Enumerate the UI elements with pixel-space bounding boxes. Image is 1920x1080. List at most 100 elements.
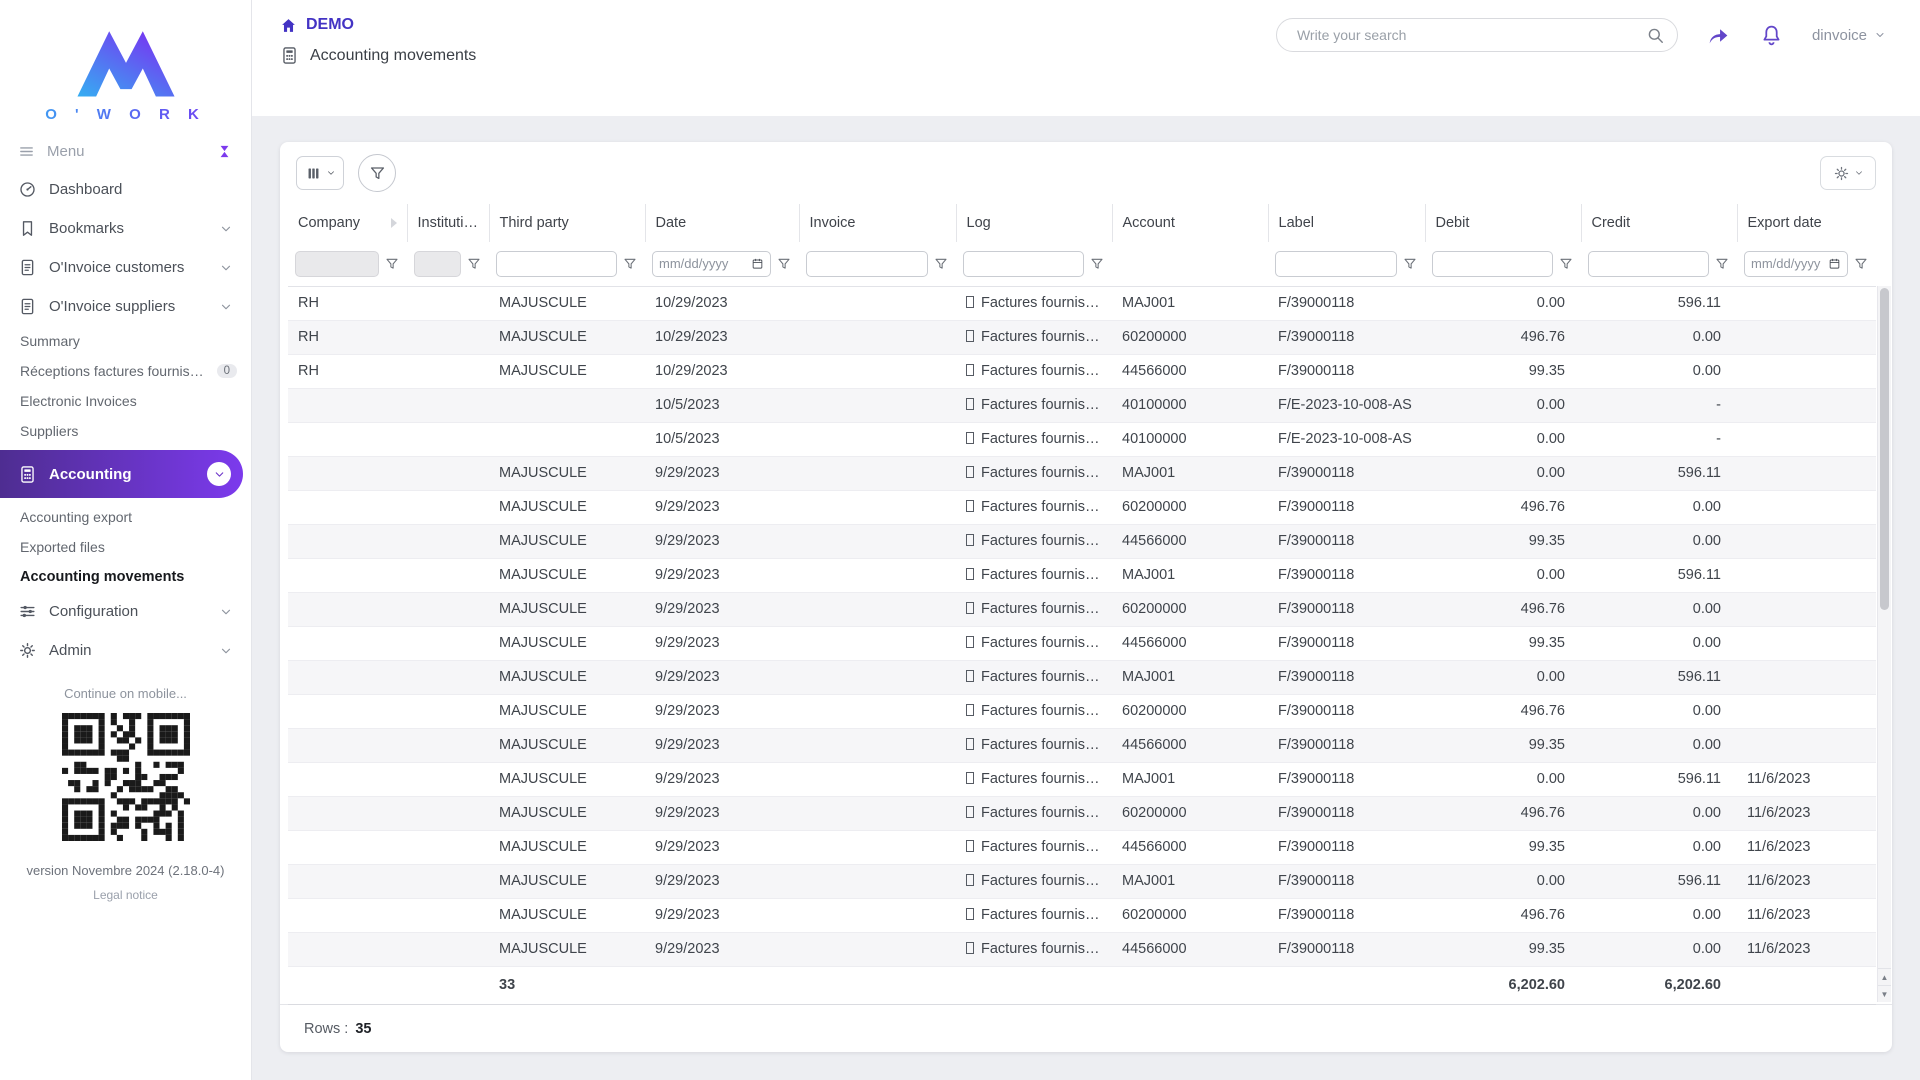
col-header-label[interactable]: Label	[1268, 204, 1425, 242]
filter-invoice-input[interactable]	[806, 251, 928, 277]
funnel-icon[interactable]	[1089, 256, 1105, 272]
filter-credit-input[interactable]	[1588, 251, 1709, 277]
filter-export-date-input[interactable]: mm/dd/yyyy	[1744, 251, 1848, 277]
search-input[interactable]	[1295, 26, 1646, 44]
table-row[interactable]: MAJUSCULE9/29/2023Factures fournisseurs4…	[288, 728, 1876, 762]
mobile-hint: Continue on mobile...	[0, 686, 251, 701]
menu-toggle[interactable]: Menu	[0, 127, 251, 170]
table-row[interactable]: MAJUSCULE9/29/2023Factures fournisseursM…	[288, 762, 1876, 796]
share-icon[interactable]	[1706, 23, 1731, 48]
cell-credit: 0.00	[1581, 626, 1737, 660]
funnel-icon[interactable]	[1714, 256, 1730, 272]
col-header-debit[interactable]: Debit	[1425, 204, 1581, 242]
settings-button[interactable]	[1820, 156, 1876, 190]
col-header-company[interactable]: Company	[288, 204, 407, 242]
table-row[interactable]: MAJUSCULE9/29/2023Factures fournisseurs4…	[288, 830, 1876, 864]
table-row[interactable]: MAJUSCULE9/29/2023Factures fournisseurs6…	[288, 592, 1876, 626]
sidebar-item-admin[interactable]: Admin	[0, 631, 251, 670]
col-header-third-party[interactable]: Third party	[489, 204, 645, 242]
table-row[interactable]: MAJUSCULE9/29/2023Factures fournisseurs6…	[288, 898, 1876, 932]
table-row[interactable]: 10/5/2023Factures fournisseurs40100000F/…	[288, 422, 1876, 456]
funnel-icon[interactable]	[1402, 256, 1418, 272]
funnel-icon[interactable]	[933, 256, 949, 272]
search-icon[interactable]	[1646, 26, 1665, 45]
col-header-date[interactable]: Date	[645, 204, 799, 242]
sort-indicator	[391, 218, 397, 228]
col-header-credit[interactable]: Credit	[1581, 204, 1737, 242]
cell-export-date	[1737, 354, 1876, 388]
funnel-icon[interactable]	[1853, 256, 1869, 272]
table-row[interactable]: MAJUSCULE9/29/2023Factures fournisseursM…	[288, 558, 1876, 592]
cell-company	[288, 830, 407, 864]
filter-button[interactable]	[358, 154, 396, 192]
cell-institution	[407, 762, 489, 796]
cell-institution	[407, 320, 489, 354]
col-header-invoice[interactable]: Invoice	[799, 204, 956, 242]
table-row[interactable]: MAJUSCULE9/29/2023Factures fournisseursM…	[288, 864, 1876, 898]
sidebar-subitem-accounting-export[interactable]: Accounting export	[0, 502, 251, 532]
table-row[interactable]: RHMAJUSCULE10/29/2023Factures fournisseu…	[288, 320, 1876, 354]
col-header-log[interactable]: Log	[956, 204, 1112, 242]
table-row[interactable]: MAJUSCULE9/29/2023Factures fournisseurs4…	[288, 932, 1876, 966]
cell-date: 9/29/2023	[645, 898, 799, 932]
col-header-export-date[interactable]: Export date	[1737, 204, 1876, 242]
page-title: Accounting movements	[280, 46, 476, 65]
table-row[interactable]: MAJUSCULE9/29/2023Factures fournisseurs4…	[288, 524, 1876, 558]
sidebar-subitem-accounting-movements[interactable]: Accounting movements	[0, 562, 251, 592]
column-chooser-button[interactable]	[296, 156, 344, 190]
cell-credit: 0.00	[1581, 830, 1737, 864]
sidebar-item-bookmarks[interactable]: Bookmarks	[0, 209, 251, 248]
funnel-icon[interactable]	[466, 256, 482, 272]
gauge-icon	[18, 180, 37, 199]
sidebar-item-configuration[interactable]: Configuration	[0, 592, 251, 631]
cell-account: 60200000	[1112, 320, 1268, 354]
user-menu[interactable]: dinvoice	[1812, 27, 1886, 44]
filter-date-input[interactable]: mm/dd/yyyy	[652, 251, 771, 277]
breadcrumb-label: DEMO	[306, 16, 354, 34]
scrollbar-thumb[interactable]	[1880, 288, 1889, 610]
table-row[interactable]: MAJUSCULE9/29/2023Factures fournisseursM…	[288, 660, 1876, 694]
scroll-up-button[interactable]: ▲	[1878, 968, 1891, 985]
sidebar-subitem-exported-files[interactable]: Exported files	[0, 532, 251, 562]
table-row[interactable]: MAJUSCULE9/29/2023Factures fournisseurs4…	[288, 626, 1876, 660]
pin-sidebar-icon[interactable]	[216, 143, 233, 160]
table-row[interactable]: MAJUSCULE9/29/2023Factures fournisseursM…	[288, 456, 1876, 490]
table-body: RHMAJUSCULE10/29/2023Factures fournisseu…	[288, 286, 1876, 966]
sidebar-subitem-electronic-invoices[interactable]: Electronic Invoices	[0, 386, 251, 416]
table-row[interactable]: MAJUSCULE9/29/2023Factures fournisseurs6…	[288, 490, 1876, 524]
col-header-institution[interactable]: Institution	[407, 204, 489, 242]
table-toolbar	[280, 142, 1892, 204]
sidebar-item-dashboard[interactable]: Dashboard	[0, 170, 251, 209]
funnel-icon[interactable]	[622, 256, 638, 272]
funnel-icon[interactable]	[1558, 256, 1574, 272]
filter-third-party-input[interactable]	[496, 251, 617, 277]
filter-log-input[interactable]	[963, 251, 1084, 277]
bell-icon[interactable]	[1759, 23, 1784, 48]
filter-debit-input[interactable]	[1432, 251, 1553, 277]
cell-log: Factures fournisseurs	[956, 490, 1112, 524]
funnel-icon[interactable]	[384, 256, 400, 272]
sidebar-subitem-receptions[interactable]: Réceptions factures fournisseurs 0	[0, 356, 251, 386]
table-row[interactable]: RHMAJUSCULE10/29/2023Factures fournisseu…	[288, 354, 1876, 388]
scroll-down-button[interactable]: ▼	[1878, 985, 1891, 1002]
legal-notice-link[interactable]: Legal notice	[0, 888, 251, 902]
sidebar-subitem-summary[interactable]: Summary	[0, 326, 251, 356]
cell-label: F/39000118	[1268, 626, 1425, 660]
cell-company	[288, 456, 407, 490]
sidebar-subitem-suppliers[interactable]: Suppliers	[0, 416, 251, 446]
filter-debit	[1425, 242, 1581, 286]
table-row[interactable]: RHMAJUSCULE10/29/2023Factures fournisseu…	[288, 286, 1876, 320]
cell-date: 9/29/2023	[645, 660, 799, 694]
table-row[interactable]: MAJUSCULE9/29/2023Factures fournisseurs6…	[288, 694, 1876, 728]
filter-label-input[interactable]	[1275, 251, 1397, 277]
funnel-icon[interactable]	[776, 256, 792, 272]
sidebar-item-oinvoice-suppliers[interactable]: O'Invoice suppliers	[0, 287, 251, 326]
table-row[interactable]: MAJUSCULE9/29/2023Factures fournisseurs6…	[288, 796, 1876, 830]
collapse-button[interactable]	[207, 462, 231, 486]
breadcrumb[interactable]: DEMO	[280, 16, 476, 34]
table-row[interactable]: 10/5/2023Factures fournisseurs40100000F/…	[288, 388, 1876, 422]
sidebar-item-oinvoice-customers[interactable]: O'Invoice customers	[0, 248, 251, 287]
col-header-account[interactable]: Account	[1112, 204, 1268, 242]
sidebar-item-accounting[interactable]: Accounting	[0, 450, 243, 498]
log-glyph-icon	[966, 432, 974, 444]
